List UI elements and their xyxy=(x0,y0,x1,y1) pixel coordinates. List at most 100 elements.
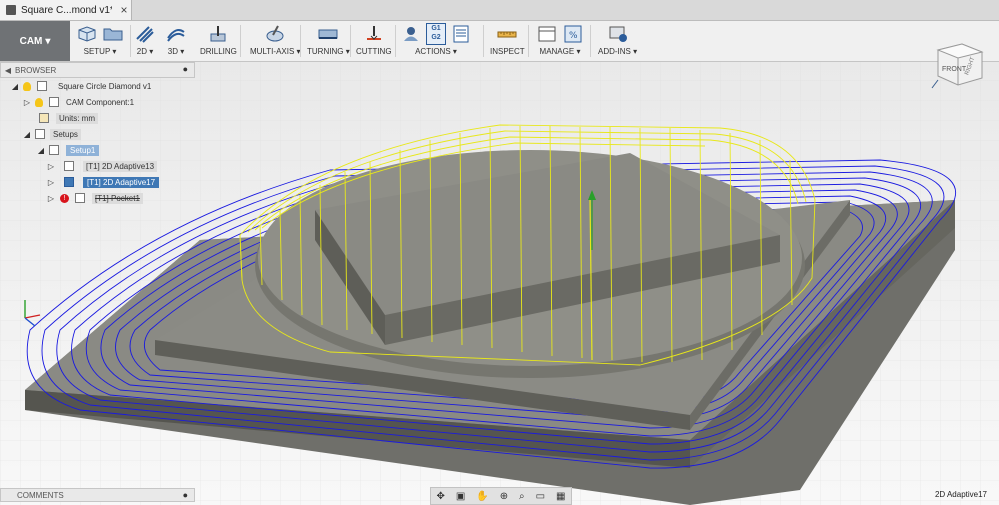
add-ins-label: ADD-INS xyxy=(598,47,631,56)
2d-group[interactable]: 2D ▾ xyxy=(134,21,156,61)
setup-icon xyxy=(78,26,96,42)
tree-item-setups[interactable]: ◢ Setups xyxy=(0,126,195,142)
multi-axis-icon xyxy=(266,25,284,42)
drill-icon xyxy=(210,26,226,42)
cutting-icon xyxy=(366,26,381,40)
look-at-icon[interactable]: ▣ xyxy=(456,491,465,502)
grid-settings-icon[interactable]: ▦ xyxy=(556,491,565,502)
visibility-bulb-icon[interactable] xyxy=(35,97,43,107)
zoom-icon[interactable]: ⊕ xyxy=(500,491,508,502)
units-icon xyxy=(39,113,49,123)
setup-sheet-icon xyxy=(453,25,469,43)
tree-root[interactable]: ◢ Square Circle Diamond v1 xyxy=(0,78,195,94)
chevron-down-icon: ▾ xyxy=(112,47,117,56)
expand-icon[interactable]: ◢ xyxy=(22,129,32,139)
browser-header[interactable]: ◀ BROWSER ● xyxy=(0,62,195,78)
setups-icon xyxy=(35,129,45,139)
document-tab-bar: Square C...mond v1* × xyxy=(0,0,999,21)
measure-icon xyxy=(497,31,517,38)
view-cube[interactable]: FRONT RIGHT xyxy=(930,30,990,90)
orbit-icon[interactable]: ✥ xyxy=(436,491,444,502)
document-tab[interactable]: Square C...mond v1* × xyxy=(0,0,132,20)
document-icon xyxy=(37,81,47,91)
separator xyxy=(300,25,301,57)
op3-label: [T1] Pocket1 xyxy=(92,192,143,204)
2d-label: 2D xyxy=(136,47,147,56)
document-title: Square C...mond v1* xyxy=(21,4,112,16)
tree-item-units[interactable]: Units: mm xyxy=(0,110,195,126)
fit-icon[interactable]: ⌕ xyxy=(519,491,525,502)
expand-icon[interactable]: ▷ xyxy=(46,177,56,187)
component-icon xyxy=(49,97,59,107)
chevron-down-icon: ▾ xyxy=(45,35,51,47)
workspace-switcher[interactable]: CAM ▾ xyxy=(0,21,70,61)
expand-icon[interactable]: ▷ xyxy=(46,193,56,203)
expand-icon[interactable]: ◢ xyxy=(10,81,20,91)
inspect-group[interactable]: INSPECT xyxy=(490,21,525,61)
separator xyxy=(395,25,396,57)
setup-icon xyxy=(49,145,59,155)
comments-panel[interactable]: COMMENTS ● xyxy=(0,488,195,502)
actions-group[interactable]: G1 G2 ACTIONS ▾ xyxy=(400,21,472,61)
2d-adaptive-icon xyxy=(136,26,154,43)
pin-icon[interactable]: ● xyxy=(183,64,188,74)
visibility-bulb-icon[interactable] xyxy=(23,81,31,91)
tree-item-operation-selected[interactable]: ▷ [T1] 2D Adaptive17 xyxy=(0,174,195,190)
chevron-down-icon: ▾ xyxy=(633,47,638,56)
comments-title: COMMENTS xyxy=(17,490,64,500)
home-icon[interactable] xyxy=(931,79,939,89)
tool-library-icon xyxy=(538,26,556,42)
selection-status: 2D Adaptive17 xyxy=(934,490,987,499)
units-label: Units: mm xyxy=(56,112,98,124)
display-settings-icon[interactable]: ▭ xyxy=(536,491,545,502)
setups-label: Setups xyxy=(50,128,81,140)
post-process-icon: G1 G2 xyxy=(426,23,446,45)
op2-label: [T1] 2D Adaptive17 xyxy=(83,176,160,188)
g2-text: G2 xyxy=(431,34,441,41)
setup-group[interactable]: SETUP ▾ xyxy=(76,21,124,61)
workspace-label: CAM xyxy=(19,35,43,47)
turning-group[interactable]: TURNING ▾ xyxy=(307,21,350,61)
template-library-icon: % xyxy=(564,25,582,43)
simulate-icon xyxy=(404,27,418,41)
pan-icon[interactable]: ✋ xyxy=(476,491,488,502)
tree-item-operation-error[interactable]: ▷ ! [T1] Pocket1 xyxy=(0,190,195,206)
separator xyxy=(590,25,591,57)
add-ins-group[interactable]: ADD-INS ▾ xyxy=(598,21,637,61)
setup-label: SETUP xyxy=(83,47,111,56)
operation-icon xyxy=(64,177,74,187)
collapse-icon[interactable]: ◀ xyxy=(1,66,15,75)
drilling-label: DRILLING xyxy=(200,47,237,56)
chevron-down-icon: ▾ xyxy=(180,47,185,56)
error-icon: ! xyxy=(60,193,69,203)
multi-axis-label: MULTI-AXIS xyxy=(250,47,295,56)
tree-item-operation[interactable]: ▷ [T1] 2D Adaptive13 xyxy=(0,158,195,174)
document-icon xyxy=(6,5,16,15)
multi-axis-group[interactable]: MULTI-AXIS ▾ xyxy=(250,21,301,61)
separator xyxy=(240,25,241,57)
add-ins-icon xyxy=(609,26,627,42)
3d-label: 3D xyxy=(167,47,178,56)
viewcube-front-face[interactable]: FRONT xyxy=(942,66,967,73)
close-icon[interactable]: × xyxy=(117,3,131,17)
manage-group[interactable]: % MANAGE ▾ xyxy=(536,21,584,61)
tree-item-component[interactable]: ▷ CAM Component:1 xyxy=(0,94,195,110)
component-label: CAM Component:1 xyxy=(66,97,135,107)
expand-icon[interactable]: ▷ xyxy=(22,97,32,107)
turning-icon xyxy=(318,29,338,39)
separator xyxy=(350,25,351,57)
expand-icon[interactable]: ◢ xyxy=(36,145,46,155)
pin-icon[interactable]: ● xyxy=(183,490,188,500)
cutting-group[interactable]: CUTTING xyxy=(356,21,392,61)
op1-label: [T1] 2D Adaptive13 xyxy=(83,160,158,172)
browser-title: BROWSER xyxy=(15,65,57,75)
expand-icon[interactable]: ▷ xyxy=(46,161,56,171)
drilling-group[interactable]: DRILLING xyxy=(200,21,237,61)
tree-item-setup1[interactable]: ◢ Setup1 xyxy=(0,142,195,158)
turning-label: TURNING xyxy=(307,47,344,56)
cutting-label: CUTTING xyxy=(356,47,392,56)
3d-group[interactable]: 3D ▾ xyxy=(165,21,187,61)
manage-label: MANAGE xyxy=(539,47,575,56)
chevron-down-icon: ▾ xyxy=(576,47,581,56)
chevron-down-icon: ▾ xyxy=(452,47,457,56)
